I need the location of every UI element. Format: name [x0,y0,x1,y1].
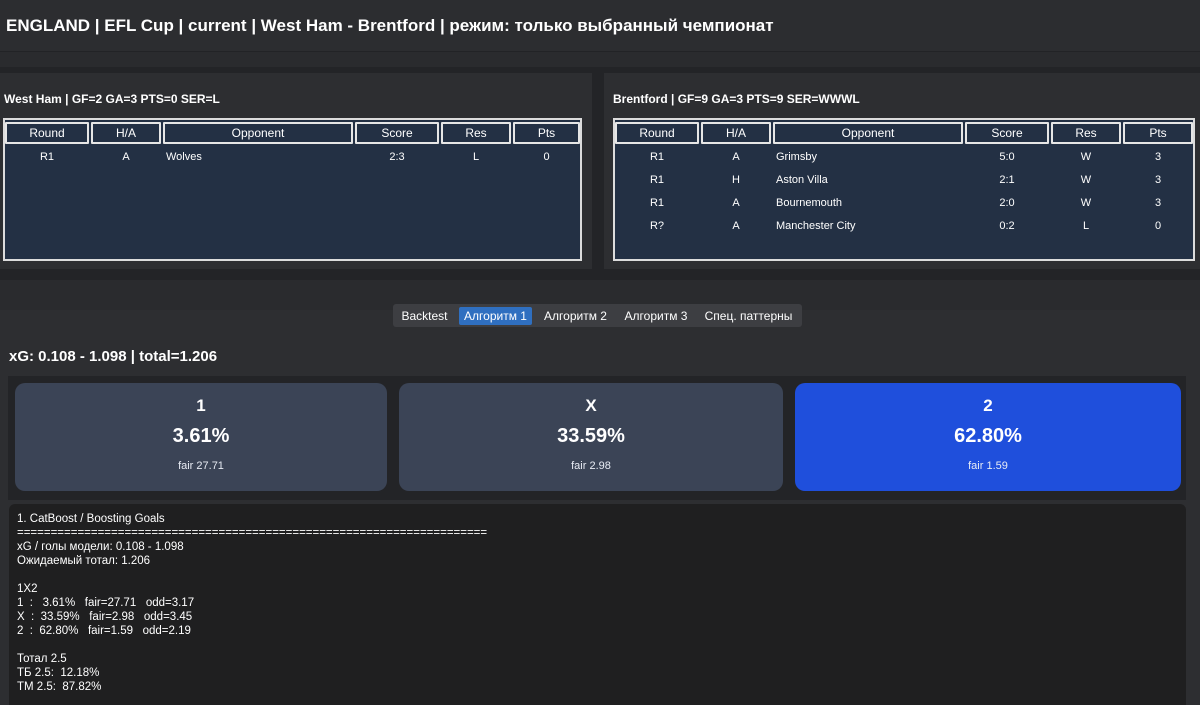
cell-pts: 3 [1154,174,1162,186]
col-score[interactable]: Score [965,122,1049,144]
page-title: ENGLAND | EFL Cup | current | West Ham -… [6,16,774,35]
page-header: ENGLAND | EFL Cup | current | West Ham -… [0,0,1200,52]
outcome-probability: 3.61% [172,425,230,447]
outcome-label: 1 [196,396,206,415]
outcome-probability: 33.59% [557,425,625,447]
cell-res: L [1082,220,1090,232]
col-round[interactable]: Round [615,122,699,144]
log-line: Тотал 2.5 [17,653,67,665]
home-team-panel: West Ham | GF=2 GA=3 PTS=0 SER=L Round H… [0,73,592,269]
model-output-log[interactable]: 1. CatBoost / Boosting Goals ===========… [9,504,1186,705]
outcome-card-away: 2 62.80% fair 1.59 [795,383,1181,491]
xg-summary: xG: 0.108 - 1.098 | total=1.206 [9,348,218,365]
cell-ha: A [122,151,130,163]
cell-round: R1 [649,174,665,186]
outcome-label: 2 [983,396,993,415]
tab-backtest[interactable]: Backtest [396,307,453,325]
col-res[interactable]: Res [1051,122,1121,144]
cell-opponent: Bournemouth [776,197,843,209]
cell-opponent: Wolves [166,151,202,163]
log-line: Ожидаемый тотал: 1.206 [17,555,151,567]
table-row[interactable]: R1 A Grimsby 5:0 W 3 [615,146,1193,169]
col-opponent[interactable]: Opponent [163,122,353,144]
cell-pts: 0 [543,151,550,163]
log-line: 1X2 [17,583,38,595]
outcome-card-draw: X 33.59% fair 2.98 [399,383,783,491]
cell-res: L [472,151,480,163]
cell-ha: H [732,174,740,186]
cell-opponent: Grimsby [776,151,817,163]
cell-round: R1 [39,151,55,163]
col-opponent[interactable]: Opponent [773,122,963,144]
separator-band [0,53,1200,67]
cell-pts: 0 [1154,220,1162,232]
cell-opponent: Aston Villa [776,174,828,186]
away-team-table: Round H/A Opponent Score Res Pts R1 A Gr… [613,118,1195,261]
log-line: ТБ 2.5: 12.18% [17,667,100,679]
col-round[interactable]: Round [5,122,89,144]
cell-pts: 3 [1154,197,1162,209]
tab-algorithm-1[interactable]: Алгоритм 1 [459,307,532,325]
outcome-card-home: 1 3.61% fair 27.71 [15,383,387,491]
log-line: 2 : 62.80% fair=1.59 odd=2.19 [17,625,191,637]
outcome-fair-odds: fair 2.98 [571,460,611,472]
cell-round: R? [649,220,665,232]
log-blank-line [17,638,1186,652]
col-score[interactable]: Score [355,122,439,144]
cell-round: R1 [649,197,665,209]
cell-pts: 3 [1154,151,1162,163]
table-header: Round H/A Opponent Score Res Pts [615,120,1193,146]
tab-algorithm-3[interactable]: Алгоритм 3 [619,307,693,325]
col-pts[interactable]: Pts [1123,122,1193,144]
col-ha[interactable]: H/A [701,122,771,144]
home-team-title: West Ham | GF=2 GA=3 PTS=0 SER=L [4,92,220,106]
cell-score: 5:0 [999,151,1015,163]
col-pts[interactable]: Pts [513,122,580,144]
table-row[interactable]: R1 A Bournemouth 2:0 W 3 [615,192,1193,215]
table-header: Round H/A Opponent Score Res Pts [5,120,580,146]
table-row[interactable]: R1 A Wolves 2:3 L 0 [5,146,580,169]
outcome-fair-odds: fair 27.71 [178,460,224,472]
cell-score: 2:3 [389,151,405,163]
home-team-table: Round H/A Opponent Score Res Pts R1 A Wo… [3,118,582,261]
log-separator: ========================================… [17,527,488,539]
col-ha[interactable]: H/A [91,122,161,144]
col-res[interactable]: Res [441,122,511,144]
log-line: 1 : 3.61% fair=27.71 odd=3.17 [17,597,195,609]
cell-round: R1 [649,151,665,163]
tab-algorithm-2[interactable]: Алгоритм 2 [538,307,613,325]
log-line: xG / голы модели: 0.108 - 1.098 [17,541,184,553]
away-team-title: Brentford | GF=9 GA=3 PTS=9 SER=WWWL [613,92,860,106]
cell-res: W [1080,174,1092,186]
log-line: ТМ 2.5: 87.82% [17,681,102,693]
cell-res: W [1080,197,1092,209]
outcome-probability: 62.80% [954,425,1022,447]
cell-score: 2:0 [999,197,1015,209]
table-row[interactable]: R? A Manchester City 0:2 L 0 [615,215,1193,238]
tab-special-patterns[interactable]: Спец. паттерны [699,307,798,325]
cell-score: 0:2 [999,220,1015,232]
cell-res: W [1080,151,1092,163]
outcome-label: X [585,396,597,415]
away-team-panel: Brentford | GF=9 GA=3 PTS=9 SER=WWWL Rou… [604,73,1200,269]
cell-score: 2:1 [999,174,1015,186]
log-blank-line [17,568,1186,582]
log-line: X : 33.59% fair=2.98 odd=3.45 [17,611,193,623]
algorithm-tabbar: Backtest Алгоритм 1 Алгоритм 2 Алгоритм … [393,304,802,327]
outcome-fair-odds: fair 1.59 [968,460,1008,472]
cell-ha: A [732,220,740,232]
log-line: 1. CatBoost / Boosting Goals [17,513,165,525]
cell-ha: A [732,197,740,209]
table-row[interactable]: R1 H Aston Villa 2:1 W 3 [615,169,1193,192]
cell-opponent: Manchester City [776,220,856,232]
cell-ha: A [732,151,740,163]
